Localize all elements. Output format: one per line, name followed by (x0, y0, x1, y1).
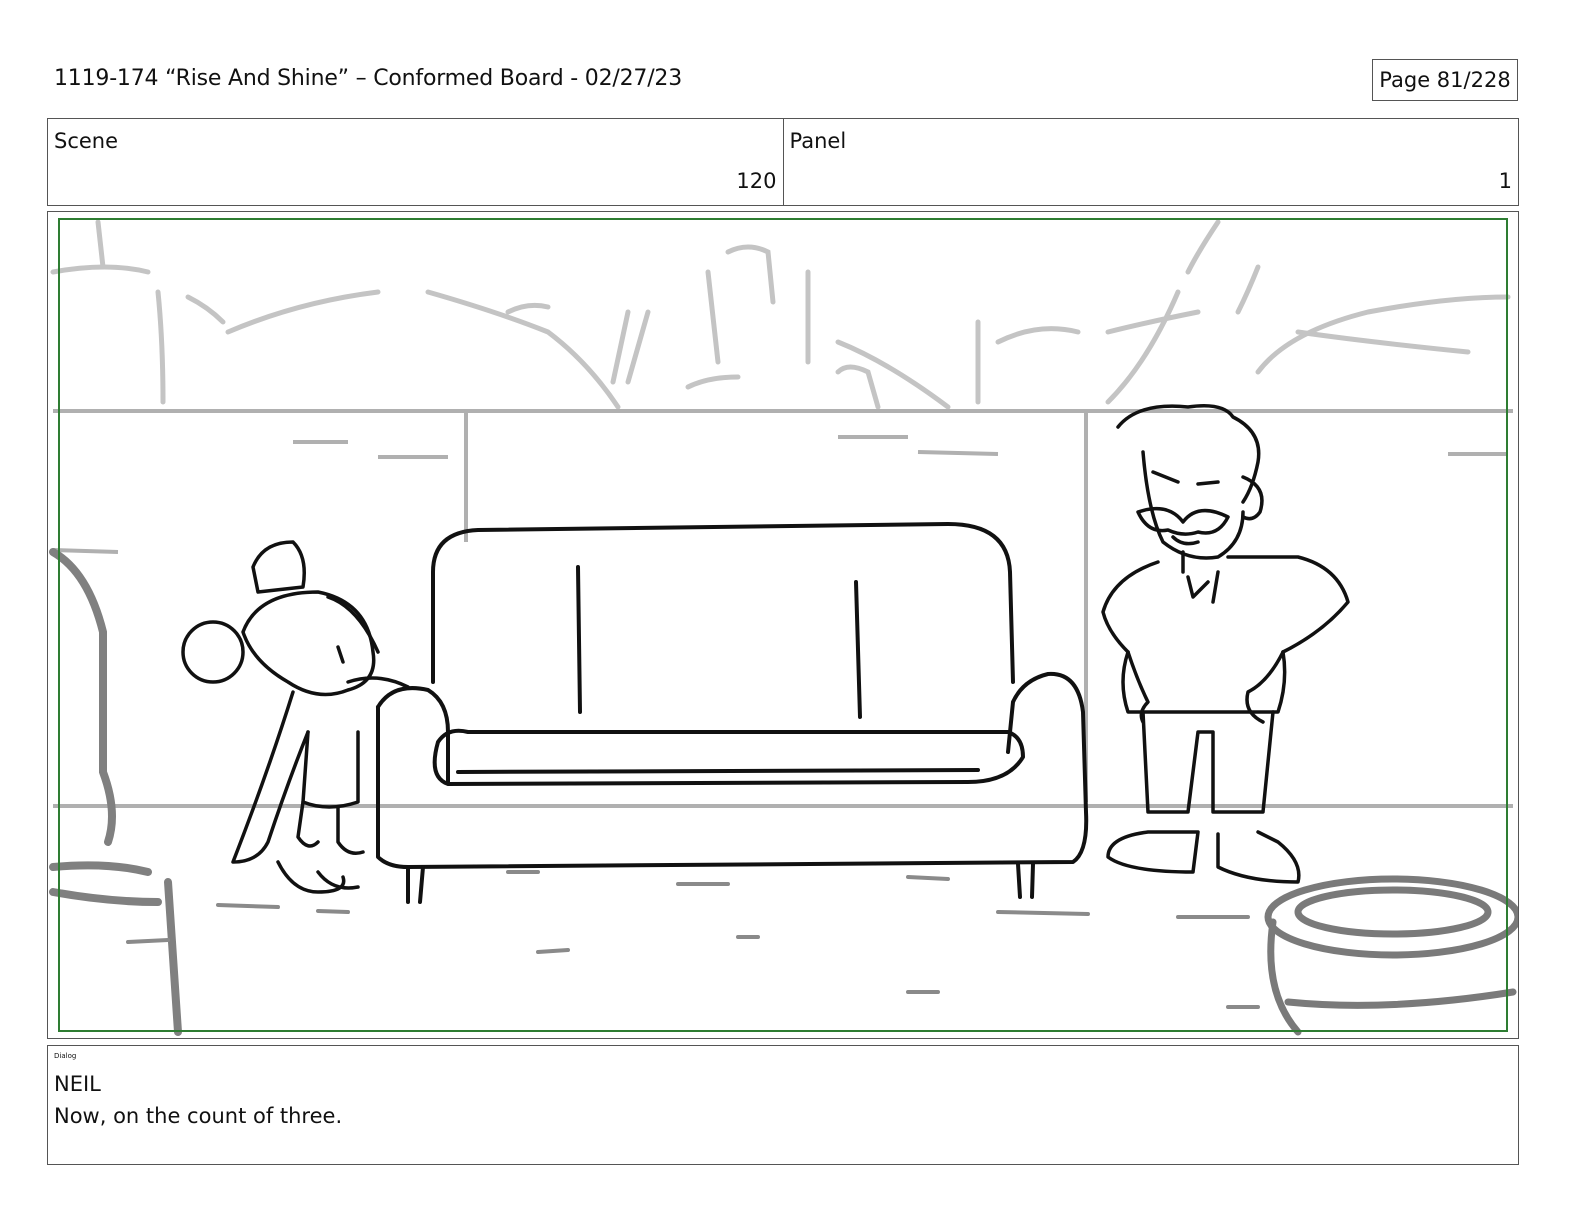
scene-panel-info: Scene 120 Panel 1 (47, 118, 1519, 206)
wall-lines (52, 409, 1513, 808)
panel-cell: Panel 1 (782, 119, 1519, 205)
dialog-line: Now, on the count of three. (54, 1104, 343, 1128)
panel-label: Panel (789, 129, 847, 153)
storyboard-sketch (49, 218, 1518, 1036)
scene-number: 120 (736, 169, 777, 193)
dialog-speaker: NEIL (54, 1072, 101, 1096)
panel-number: 1 (1498, 169, 1512, 193)
scene-cell: Scene 120 (48, 119, 783, 205)
background-sketch (50, 219, 1511, 410)
ground-marks (126, 870, 1260, 1009)
right-tire-sketch (1264, 875, 1518, 1036)
neil-character-sketch (1101, 404, 1350, 884)
page-title: 1119-174 “Rise And Shine” – Conformed Bo… (54, 66, 682, 91)
left-tire-sketch (49, 548, 182, 1036)
storyboard-panel (47, 211, 1519, 1039)
page-number: Page 81/228 (1372, 59, 1518, 101)
kid-character-sketch (181, 540, 410, 894)
sofa-sketch (376, 522, 1089, 904)
dialog-box: Dialog NEIL Now, on the count of three. (47, 1045, 1519, 1165)
dialog-label: Dialog (54, 1052, 77, 1060)
scene-label: Scene (54, 129, 119, 153)
